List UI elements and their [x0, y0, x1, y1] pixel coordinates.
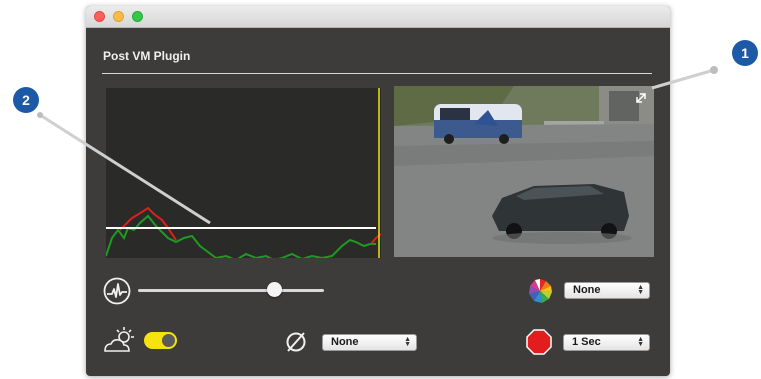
interval-select-value: 1 Sec: [572, 336, 601, 348]
plugin-window: Post VM Plugin None ▲ ▼ None ▲ ▼ 1 Sec ▲…: [86, 6, 670, 376]
minimize-window-button[interactable]: [113, 11, 124, 22]
callout-badge-1: 1: [732, 40, 758, 66]
color-select-value: None: [573, 284, 601, 296]
close-window-button[interactable]: [94, 11, 105, 22]
zoom-window-button[interactable]: [132, 11, 143, 22]
activity-line-green: [106, 214, 376, 258]
callout-badge-2: 2: [13, 87, 39, 113]
select-arrows-icon: ▲ ▼: [637, 284, 644, 296]
empty-set-icon: [284, 330, 308, 354]
van-image: [434, 104, 522, 144]
color-select[interactable]: None ▲ ▼: [564, 282, 650, 299]
expand-icon[interactable]: [634, 91, 648, 105]
motion-graph: [106, 88, 381, 258]
page-title: Post VM Plugin: [103, 49, 191, 63]
color-wheel-icon: [527, 278, 553, 304]
toggle-knob: [162, 334, 175, 347]
stop-sign-icon: [526, 329, 552, 355]
filter-select-value: None: [331, 336, 359, 348]
threshold-slider-track[interactable]: [138, 289, 324, 292]
waveform-icon: [103, 277, 131, 305]
threshold-slider-thumb[interactable]: [266, 282, 282, 297]
select-arrows-icon: ▲ ▼: [637, 336, 644, 348]
interval-select[interactable]: 1 Sec ▲ ▼: [563, 334, 650, 351]
select-arrows-icon: ▲ ▼: [404, 336, 411, 348]
camera-preview[interactable]: [394, 86, 654, 257]
filter-select[interactable]: None ▲ ▼: [322, 334, 417, 351]
sun-cloud-icon: [102, 326, 138, 354]
title-divider: [102, 73, 652, 74]
weather-toggle[interactable]: [144, 332, 177, 349]
title-bar: [86, 6, 670, 28]
activity-line-red: [119, 206, 177, 241]
